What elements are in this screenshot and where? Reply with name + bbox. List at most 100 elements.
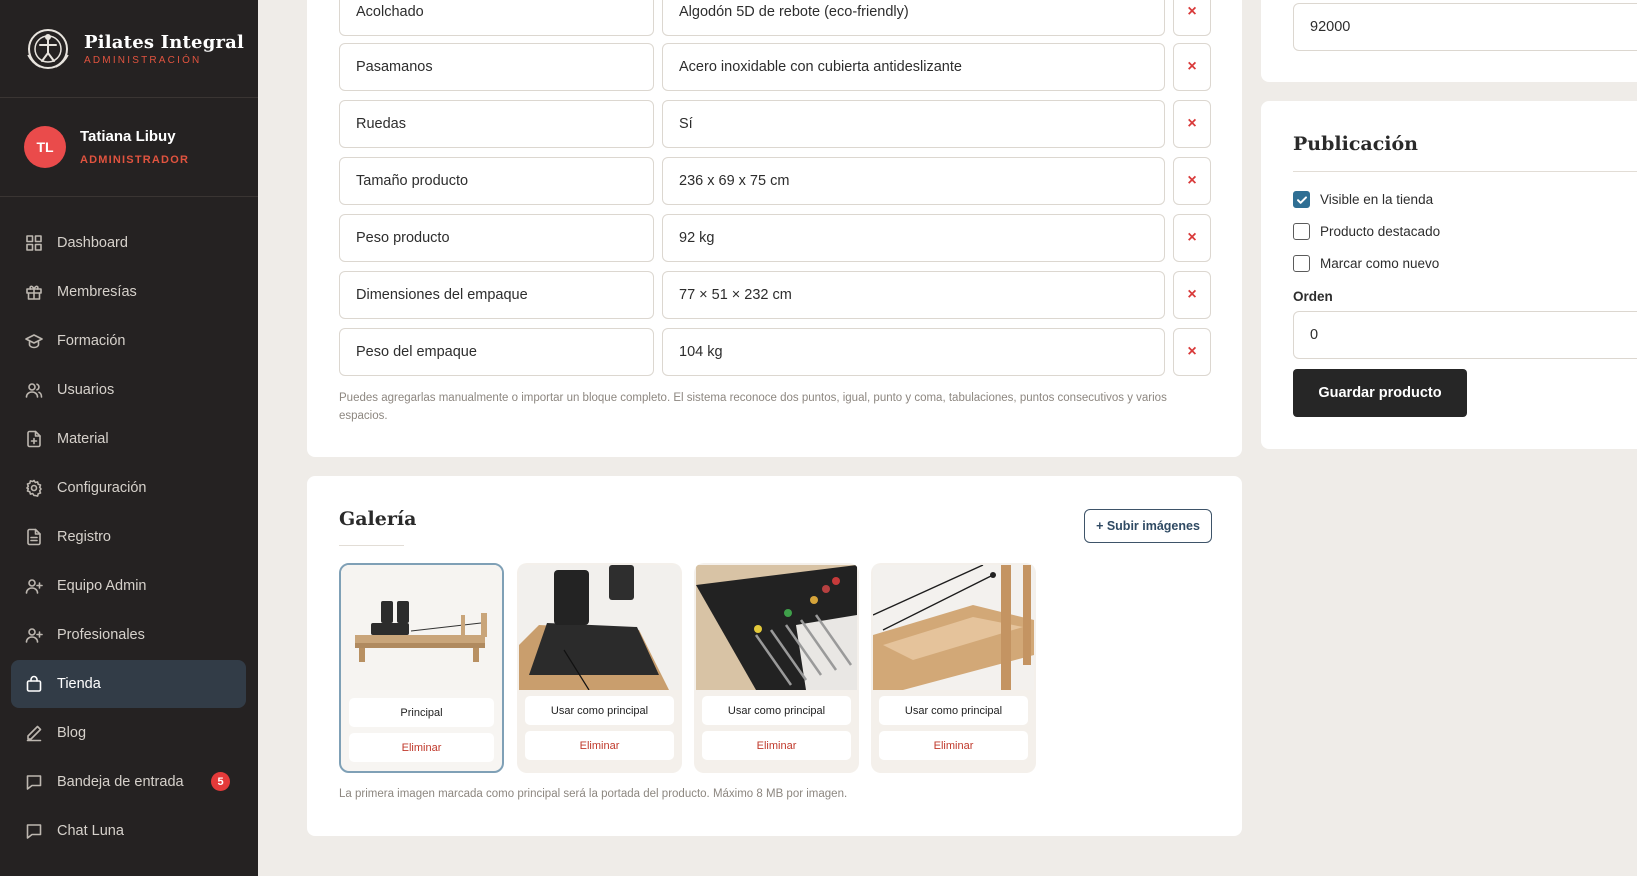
sidebar-item-configuracion[interactable]: Configuración xyxy=(11,464,246,512)
sidebar-item-membresias[interactable]: Membresías xyxy=(11,268,246,316)
sidebar-item-dashboard[interactable]: Dashboard xyxy=(11,219,246,267)
remove-attribute-button[interactable]: × xyxy=(1173,214,1211,262)
product-image[interactable] xyxy=(873,565,1034,690)
remove-attribute-button[interactable]: × xyxy=(1173,271,1211,319)
brand[interactable]: Pilates Integral ADMINISTRACIÓN xyxy=(0,0,258,98)
sidebar-item-label: Bandeja de entrada xyxy=(57,774,184,790)
sidebar-item-label: Dashboard xyxy=(57,235,128,251)
sidebar-item-tienda[interactable]: Tienda xyxy=(11,660,246,708)
featured-checkbox[interactable] xyxy=(1293,223,1310,240)
set-primary-button[interactable]: Usar como principal xyxy=(525,696,674,725)
gift-icon xyxy=(25,283,43,301)
sidebar-item-equipo-admin[interactable]: Equipo Admin xyxy=(11,562,246,610)
grid-icon xyxy=(25,234,43,252)
gallery-card: Galería + Subir imágenes Principal Elimi… xyxy=(307,476,1242,836)
sidebar-item-label: Registro xyxy=(57,529,111,545)
set-primary-button[interactable]: Principal xyxy=(349,698,494,727)
attribute-key-input[interactable]: Acolchado xyxy=(339,0,654,36)
sidebar-item-blog[interactable]: Blog xyxy=(11,709,246,757)
chat-icon xyxy=(25,822,43,840)
attribute-value-input[interactable]: 92 kg xyxy=(662,214,1165,262)
user-profile[interactable]: TL Tatiana Libuy ADMINISTRADOR xyxy=(0,98,258,197)
remove-attribute-button[interactable]: × xyxy=(1173,100,1211,148)
price-card: 92000 xyxy=(1261,0,1637,82)
visible-checkbox[interactable] xyxy=(1293,191,1310,208)
save-product-button[interactable]: Guardar producto xyxy=(1293,369,1467,417)
price-input[interactable]: 92000 xyxy=(1293,3,1637,51)
delete-image-button[interactable]: Eliminar xyxy=(349,733,494,762)
gallery-item[interactable]: Usar como principal Eliminar xyxy=(694,563,859,773)
pencil-icon xyxy=(25,724,43,742)
brand-title: Pilates Integral xyxy=(84,31,245,53)
sidebar-item-usuarios[interactable]: Usuarios xyxy=(11,366,246,414)
sidebar-item-label: Material xyxy=(57,431,109,447)
user-plus-icon xyxy=(25,626,43,644)
document-icon xyxy=(25,528,43,546)
attribute-key-input[interactable]: Pasamanos xyxy=(339,43,654,91)
new-checkbox[interactable] xyxy=(1293,255,1310,272)
sidebar-item-bandeja[interactable]: Bandeja de entrada 5 xyxy=(11,758,246,806)
unread-badge: 5 xyxy=(211,772,230,791)
sidebar-item-label: Equipo Admin xyxy=(57,578,147,594)
product-image[interactable] xyxy=(696,565,857,690)
brand-subtitle: ADMINISTRACIÓN xyxy=(84,54,202,66)
sidebar-item-registro[interactable]: Registro xyxy=(11,513,246,561)
remove-attribute-button[interactable]: × xyxy=(1173,157,1211,205)
attribute-key-input[interactable]: Ruedas xyxy=(339,100,654,148)
message-icon xyxy=(25,773,43,791)
set-primary-button[interactable]: Usar como principal xyxy=(879,696,1028,725)
attribute-row: Acolchado Algodón 5D de rebote (eco-frie… xyxy=(339,0,1211,36)
product-image[interactable] xyxy=(341,565,502,690)
set-primary-button[interactable]: Usar como principal xyxy=(702,696,851,725)
product-image[interactable] xyxy=(519,565,680,690)
attribute-key-input[interactable]: Peso del empaque xyxy=(339,328,654,376)
attribute-value-input[interactable]: Acero inoxidable con cubierta antidesliz… xyxy=(662,43,1165,91)
sidebar-item-material[interactable]: Material xyxy=(11,415,246,463)
gallery-item[interactable]: Principal Eliminar xyxy=(339,563,504,773)
attribute-value-input[interactable]: 77 × 51 × 232 cm xyxy=(662,271,1165,319)
delete-image-button[interactable]: Eliminar xyxy=(525,731,674,760)
attribute-row: Ruedas Sí × xyxy=(339,100,1211,148)
new-checkbox-row[interactable]: Marcar como nuevo xyxy=(1293,255,1439,272)
brand-logo-icon xyxy=(27,28,69,69)
sidebar-item-label: Formación xyxy=(57,333,126,349)
remove-attribute-button[interactable]: × xyxy=(1173,0,1211,36)
visible-checkbox-row[interactable]: Visible en la tienda xyxy=(1293,191,1433,208)
sidebar-item-label: Profesionales xyxy=(57,627,145,643)
sidebar-item-chat-luna[interactable]: Chat Luna xyxy=(11,807,246,855)
attributes-card: Acolchado Algodón 5D de rebote (eco-frie… xyxy=(307,0,1242,457)
delete-image-button[interactable]: Eliminar xyxy=(879,731,1028,760)
sidebar-item-label: Configuración xyxy=(57,480,147,496)
visible-label: Visible en la tienda xyxy=(1320,192,1434,207)
sidebar-item-label: Chat Luna xyxy=(57,823,124,839)
sidebar-item-label: Usuarios xyxy=(57,382,115,398)
upload-images-button[interactable]: + Subir imágenes xyxy=(1084,509,1212,543)
delete-image-button[interactable]: Eliminar xyxy=(702,731,851,760)
users-icon xyxy=(25,381,43,399)
remove-attribute-button[interactable]: × xyxy=(1173,328,1211,376)
file-plus-icon xyxy=(25,430,43,448)
gear-icon xyxy=(25,479,43,497)
attribute-value-input[interactable]: Algodón 5D de rebote (eco-friendly) xyxy=(662,0,1165,36)
sidebar-item-profesionales[interactable]: Profesionales xyxy=(11,611,246,659)
attribute-key-input[interactable]: Peso producto xyxy=(339,214,654,262)
gallery-item[interactable]: Usar como principal Eliminar xyxy=(871,563,1036,773)
attribute-key-input[interactable]: Dimensiones del empaque xyxy=(339,271,654,319)
attribute-value-input[interactable]: 104 kg xyxy=(662,328,1165,376)
gallery-item[interactable]: Usar como principal Eliminar xyxy=(517,563,682,773)
sidebar-item-label: Tienda xyxy=(57,676,101,692)
sidebar-item-formacion[interactable]: Formación xyxy=(11,317,246,365)
order-input[interactable]: 0 xyxy=(1293,311,1637,359)
attributes-hint: Puedes agregarlas manualmente o importar… xyxy=(339,392,1167,422)
gallery-title: Galería xyxy=(339,508,417,530)
remove-attribute-button[interactable]: × xyxy=(1173,43,1211,91)
attribute-value-input[interactable]: 236 x 69 x 75 cm xyxy=(662,157,1165,205)
user-name: Tatiana Libuy xyxy=(80,128,176,145)
divider xyxy=(1293,171,1637,172)
sidebar: Pilates Integral ADMINISTRACIÓN TL Tatia… xyxy=(0,0,258,876)
attribute-value-input[interactable]: Sí xyxy=(662,100,1165,148)
attribute-key-input[interactable]: Tamaño producto xyxy=(339,157,654,205)
user-role: ADMINISTRADOR xyxy=(80,154,190,166)
sidebar-item-label: Blog xyxy=(57,725,87,741)
featured-checkbox-row[interactable]: Producto destacado xyxy=(1293,223,1440,240)
